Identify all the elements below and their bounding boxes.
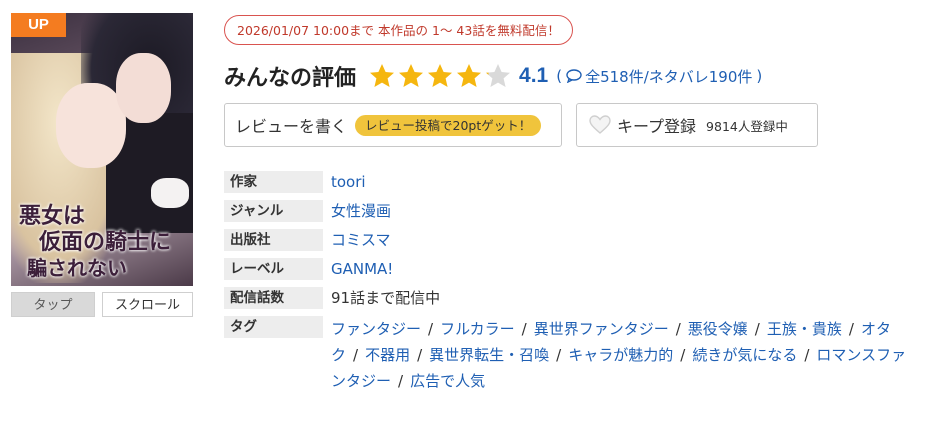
info-label-author: 作家 <box>224 171 323 193</box>
paren-close: ) <box>756 67 763 85</box>
info-row-imprint: レーベル GANMA! <box>224 258 924 280</box>
info-label-publisher: 出版社 <box>224 229 323 251</box>
speech-bubble-icon <box>566 69 582 84</box>
star-icon <box>368 62 396 90</box>
tag-link[interactable]: 異世界転生・召喚 <box>429 346 549 364</box>
paren-open: ( <box>556 67 563 85</box>
rating-score: 4.1 <box>519 64 549 87</box>
cover-title-logo: 悪女は 仮面の騎士に 騙されない <box>19 203 189 281</box>
keep-count: 9814人登録中 <box>706 118 788 134</box>
cover-art-hero-face <box>116 53 171 123</box>
info-row-author: 作家 toori <box>224 171 924 193</box>
star-icon <box>455 62 483 90</box>
tag-link[interactable]: ファンタジー <box>331 320 421 338</box>
publisher-link[interactable]: コミスマ <box>331 229 391 251</box>
tag-link[interactable]: 不器用 <box>365 346 410 364</box>
tag-separator: / <box>417 346 423 364</box>
info-label-imprint: レーベル <box>224 258 323 280</box>
tag-separator: / <box>556 346 562 364</box>
tag-link[interactable]: キャラが魅力的 <box>568 346 673 364</box>
tag-link[interactable]: 悪役令嬢 <box>688 320 748 338</box>
cover-title-line: 騙されない <box>27 256 127 280</box>
keep-label: キープ登録 <box>617 117 697 136</box>
cover-title-line: 悪女は <box>19 203 86 229</box>
tag-separator: / <box>353 346 359 364</box>
heart-icon <box>589 115 611 135</box>
info-row-genre: ジャンル 女性漫画 <box>224 200 924 222</box>
write-review-button[interactable]: レビューを書く レビュー投稿で20ptゲット！ <box>224 103 562 147</box>
info-label-tags: タグ <box>224 316 323 338</box>
review-promo-badge: レビュー投稿で20ptゲット！ <box>355 114 542 136</box>
author-link[interactable]: toori <box>331 171 366 193</box>
tag-separator: / <box>428 320 434 338</box>
tag-separator: / <box>521 320 527 338</box>
tag-separator: / <box>398 372 404 390</box>
review-count-text: 全518件/ネタバレ190件 <box>585 67 753 86</box>
tag-separator: / <box>804 346 810 364</box>
info-label-genre: ジャンル <box>224 200 323 222</box>
imprint-link[interactable]: GANMA! <box>331 258 393 280</box>
view-mode-tap-button[interactable]: タップ <box>11 292 95 317</box>
tag-separator: / <box>848 320 854 338</box>
info-label-episodes: 配信話数 <box>224 287 323 309</box>
star-icon <box>397 62 425 90</box>
episodes-value: 91話まで配信中 <box>331 289 441 307</box>
cover-image[interactable]: 悪女は 仮面の騎士に 騙されない <box>11 13 193 286</box>
star-icon <box>426 62 454 90</box>
genre-link[interactable]: 女性漫画 <box>331 200 391 222</box>
write-review-label: レビューを書く <box>235 117 348 136</box>
tag-link[interactable]: 王族・貴族 <box>767 320 842 338</box>
tag-link[interactable]: 異世界ファンタジー <box>534 320 669 338</box>
tag-separator: / <box>675 320 681 338</box>
up-badge: UP <box>11 13 66 37</box>
info-row-episodes: 配信話数 91話まで配信中 <box>224 287 924 309</box>
cover-title-line: 仮面の騎士に <box>39 229 172 255</box>
rating-row: みんなの評価 4.1 ( 全518件/ネタバレ190件 ) <box>224 58 762 94</box>
keep-button[interactable]: キープ登録 9814人登録中 <box>576 103 818 147</box>
tag-list: ファンタジー / フルカラー / 異世界ファンタジー / 悪役令嬢 / 王族・貴族 / オタク / 不器… <box>331 316 921 394</box>
star-icon <box>484 62 512 90</box>
rating-title: みんなの評価 <box>224 66 357 91</box>
tag-link[interactable]: 続きが気になる <box>692 346 797 364</box>
rating-stars <box>368 62 513 90</box>
info-row-publisher: 出版社 コミスマ <box>224 229 924 251</box>
tag-separator: / <box>754 320 760 338</box>
tag-link[interactable]: フルカラー <box>440 320 515 338</box>
review-count-link[interactable]: ( 全518件/ネタバレ190件 ) <box>556 66 762 87</box>
tag-link[interactable]: 広告で人気 <box>410 372 485 390</box>
view-mode-scroll-button[interactable]: スクロール <box>102 292 193 317</box>
tag-separator: / <box>680 346 686 364</box>
work-info-table: 作家 toori ジャンル 女性漫画 出版社 コミスマ レーベル GANMA! … <box>224 171 924 401</box>
info-row-tags: タグ ファンタジー / フルカラー / 異世界ファンタジー / 悪役令嬢 / 王族・貴族 / オタク… <box>224 316 924 394</box>
free-campaign-notice: 2026/01/07 10:00まで 本作品の 1～ 43話を無料配信！ <box>224 15 573 45</box>
